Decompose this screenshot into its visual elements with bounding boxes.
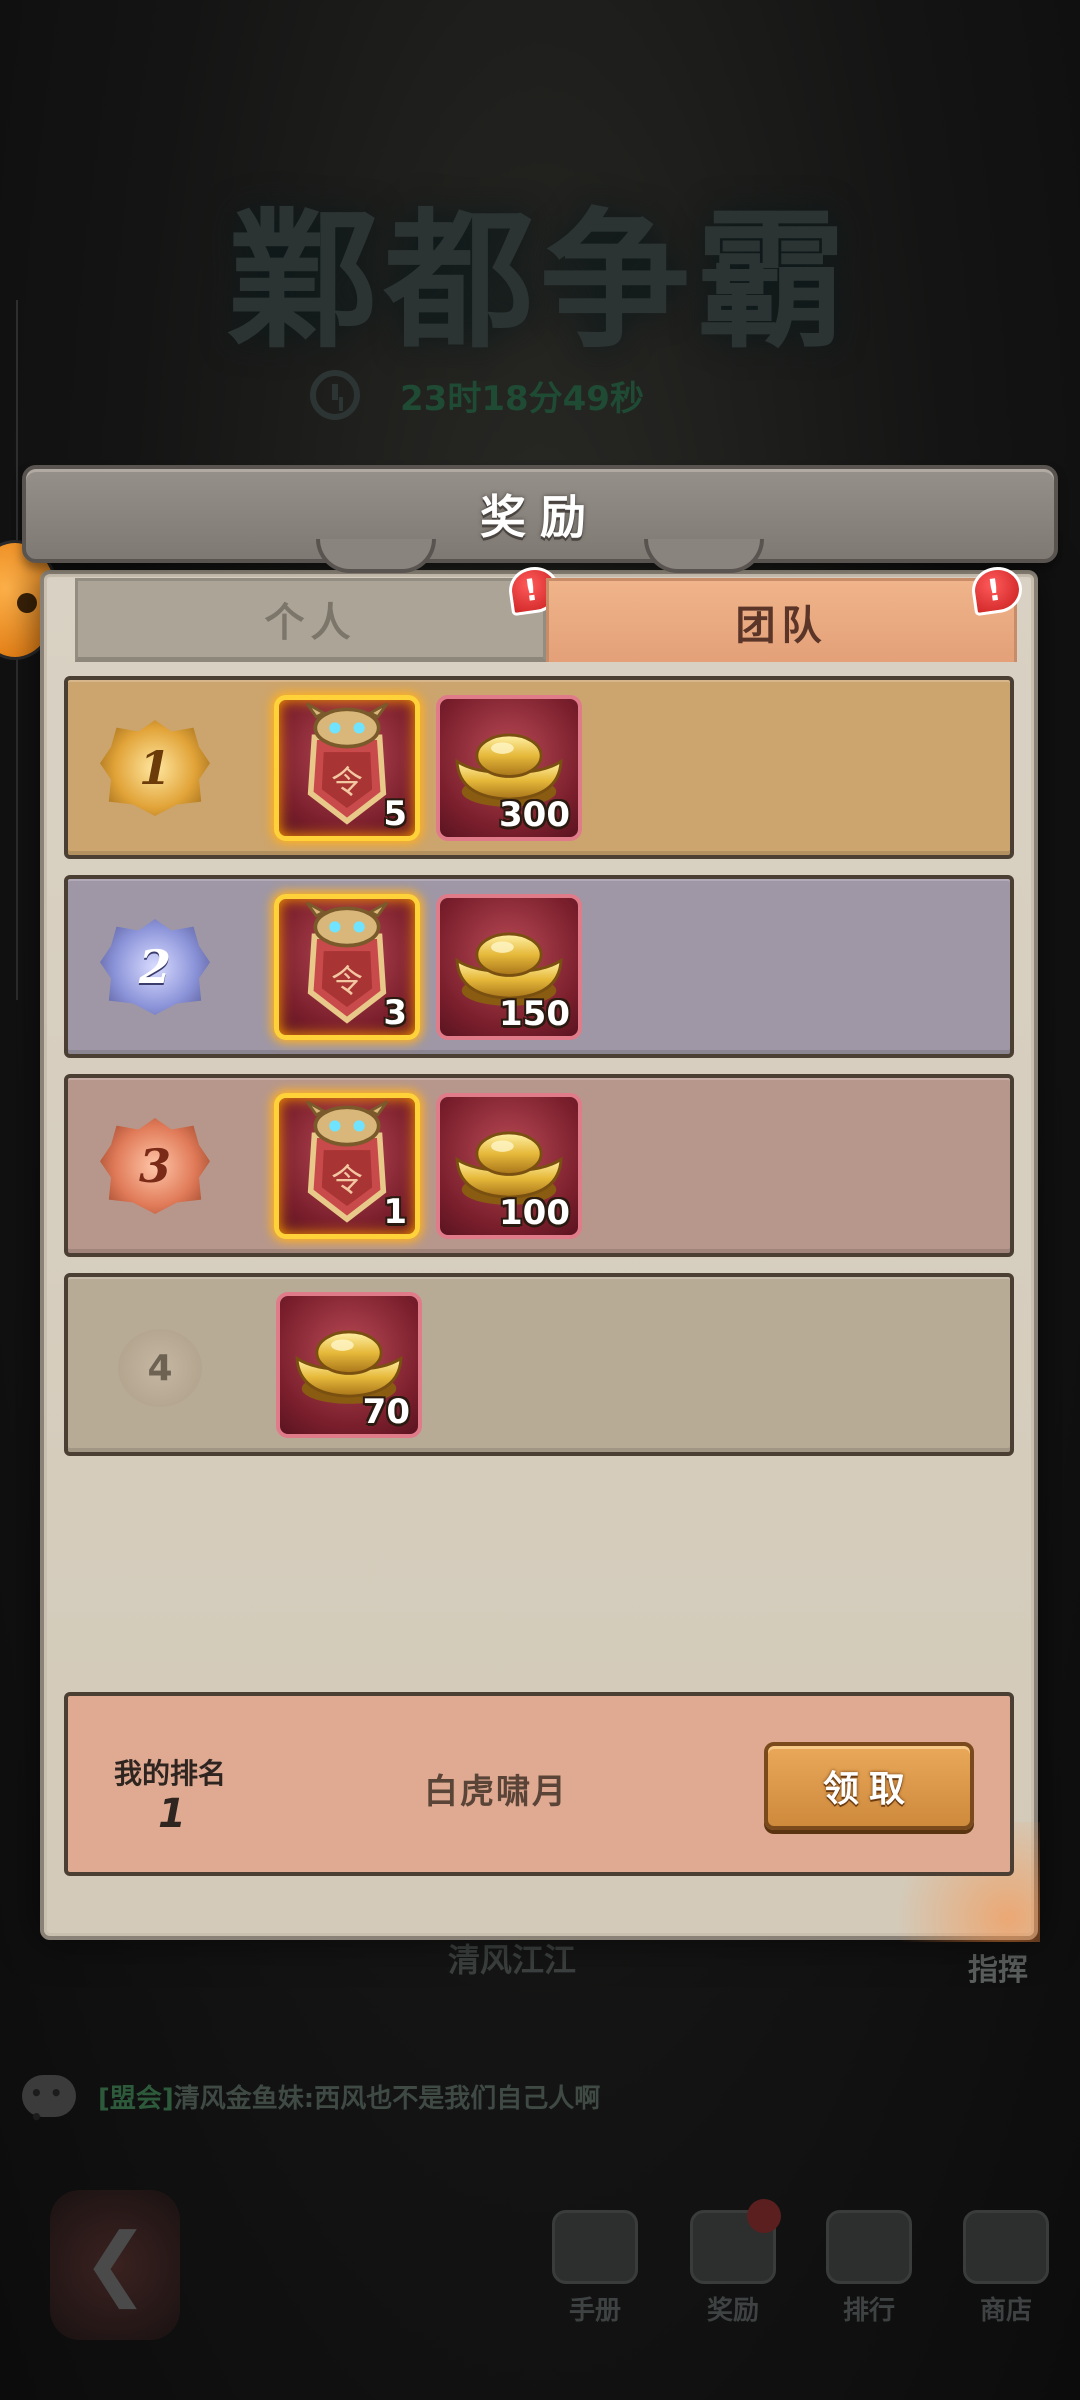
- gold-ingot-icon[interactable]: 100: [436, 1093, 582, 1239]
- ranking-banner-icon: [826, 2210, 912, 2284]
- chat-message: [盟会]清风金鱼妹:西风也不是我们自己人啊: [98, 2078, 600, 2115]
- reward-list: 1 5 300 2 3 150 3 1 100 4 70: [64, 676, 1014, 1472]
- gift-box-icon: [963, 2210, 1049, 2284]
- my-rank-bar: 我的排名 1 白虎啸月 领取: [64, 1692, 1014, 1876]
- tab-personal[interactable]: 个人 !: [75, 563, 562, 662]
- reward-row-rank-4: 4 70: [64, 1273, 1014, 1456]
- my-rank-label: 我的排名: [114, 1757, 227, 1790]
- header-ornament-left: [316, 539, 436, 573]
- war-banner-shield-icon[interactable]: 3: [274, 894, 420, 1040]
- event-timer: 23时18分49秒: [310, 370, 644, 420]
- reward-row-rank-2: 2 3 150: [64, 875, 1014, 1058]
- nav-ranking[interactable]: 排行: [826, 2210, 912, 2327]
- back-button[interactable]: [50, 2190, 180, 2340]
- item-count: 150: [499, 994, 570, 1034]
- nav-label: 排行: [842, 2296, 895, 2326]
- modal-title: 奖励: [480, 490, 600, 544]
- item-count: 1: [383, 1192, 407, 1232]
- nav-label: 奖励: [706, 2296, 759, 2326]
- item-count: 3: [383, 993, 407, 1033]
- silver-rank-badge-icon: 2: [100, 919, 210, 1015]
- rank-number-badge: 4: [118, 1329, 202, 1407]
- timer-text: 23时18分49秒: [400, 378, 644, 419]
- reward-row-rank-3: 3 1 100: [64, 1074, 1014, 1257]
- gold-ingot-icon[interactable]: 150: [436, 894, 582, 1040]
- gold-rank-badge-icon: 1: [100, 720, 210, 816]
- header-ornament-right: [644, 539, 764, 573]
- tab-label: 团队: [735, 602, 828, 649]
- nav-label: 商店: [979, 2296, 1032, 2326]
- item-count: 70: [362, 1392, 410, 1432]
- reward-items: 70: [276, 1292, 422, 1438]
- reward-items: 5 300: [274, 695, 582, 841]
- gold-ingot-icon[interactable]: 300: [436, 695, 582, 841]
- bronze-rank-badge-icon: 3: [100, 1118, 210, 1214]
- bg-team-name: 清风江江: [448, 1941, 577, 1979]
- reward-tabs: 个人 ! 团队 !: [75, 563, 1025, 662]
- chat-sender: 清风金鱼妹:: [173, 2083, 315, 2114]
- book-icon: [552, 2210, 638, 2284]
- nav-label: 手册: [568, 2296, 621, 2326]
- chat-channel: [盟会]: [98, 2083, 174, 2114]
- war-banner-shield-icon[interactable]: 5: [274, 695, 420, 841]
- my-team-name: 白虎啸月: [424, 1772, 568, 1812]
- chat-bar[interactable]: [盟会]清风金鱼妹:西风也不是我们自己人啊: [22, 2075, 600, 2129]
- clock-icon: [310, 370, 360, 420]
- nav-handbook[interactable]: 手册: [552, 2210, 638, 2327]
- war-banner-shield-icon[interactable]: 1: [274, 1093, 420, 1239]
- nav-shop[interactable]: 商店: [963, 2210, 1049, 2327]
- event-title: 鄴都争霸: [227, 193, 852, 369]
- tab-team[interactable]: 团队 !: [546, 563, 1025, 662]
- reward-items: 3 150: [274, 894, 582, 1040]
- chat-bubble-icon[interactable]: [22, 2075, 76, 2129]
- reward-items: 1 100: [274, 1093, 582, 1239]
- reward-shield-icon: [690, 2199, 781, 2284]
- modal-header: 奖励: [22, 465, 1058, 573]
- claim-button[interactable]: 领取: [764, 1742, 974, 1830]
- nav-rewards[interactable]: 奖励: [690, 2199, 781, 2327]
- notification-badge: [747, 2199, 781, 2233]
- command-button[interactable]: 指挥: [968, 1945, 1028, 1989]
- reward-row-rank-1: 1 5 300: [64, 676, 1014, 859]
- gold-ingot-icon[interactable]: 70: [276, 1292, 422, 1438]
- tab-label: 个人: [264, 600, 357, 646]
- chat-text: 西风也不是我们自己人啊: [314, 2083, 601, 2114]
- item-count: 100: [499, 1193, 570, 1233]
- my-rank-value: 1: [158, 1791, 186, 1837]
- item-count: 300: [499, 795, 570, 835]
- item-count: 5: [383, 794, 407, 834]
